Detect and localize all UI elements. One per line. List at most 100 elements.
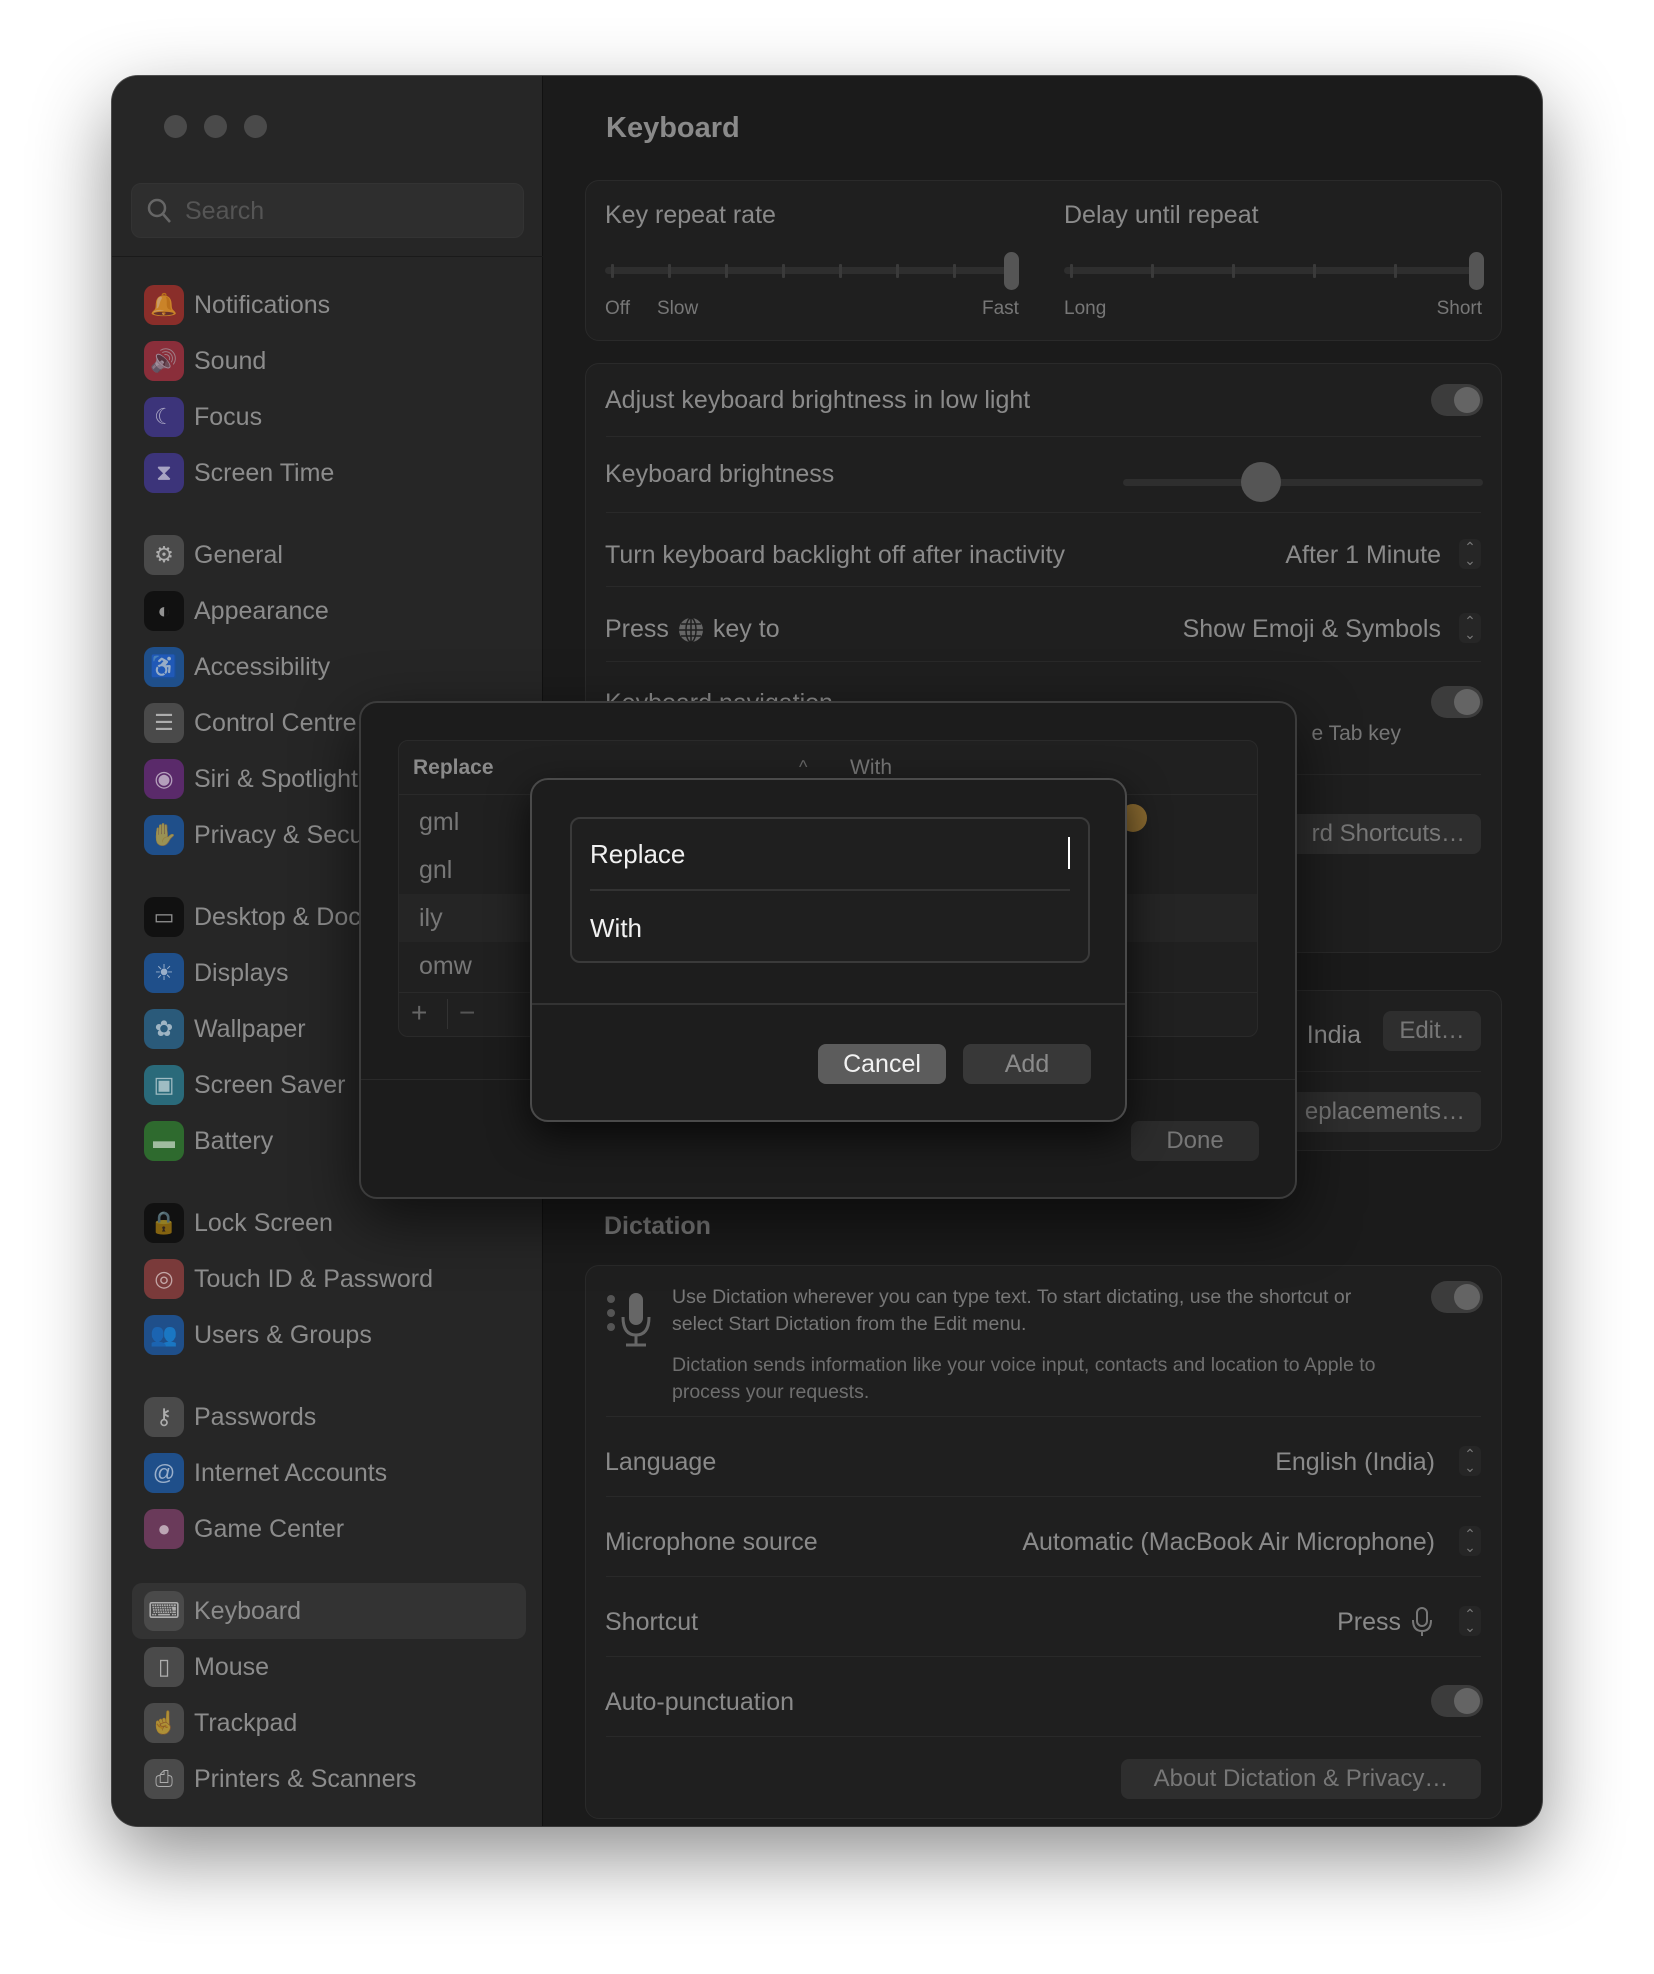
chevron-updown-icon[interactable]: ⌃ ⌄: [1459, 539, 1481, 569]
with-input[interactable]: [590, 909, 1070, 947]
replace-cell: gnl: [419, 856, 453, 884]
sidebar-item-label: Trackpad: [194, 1709, 298, 1737]
microphone-source-value[interactable]: Automatic (MacBook Air Microphone): [1022, 1528, 1435, 1557]
keyboard-navigation-toggle[interactable]: [1431, 686, 1483, 718]
key-repeat-label: Key repeat rate: [605, 201, 776, 229]
slider-tick: [1313, 264, 1316, 278]
sidebar-item-keyboard[interactable]: ⌨ Keyboard: [132, 1583, 526, 1639]
search-field[interactable]: Search: [131, 183, 524, 238]
keyboard-brightness-label: Keyboard brightness: [605, 460, 835, 488]
shortcut-value[interactable]: Press: [1337, 1608, 1401, 1637]
sidebar-item-focus[interactable]: ☾ Focus: [132, 389, 526, 445]
sidebar-item-sound[interactable]: 🔊 Sound: [132, 333, 526, 389]
slider-thumb[interactable]: [1241, 462, 1282, 502]
add-button[interactable]: Add: [963, 1044, 1091, 1084]
globe-key-value[interactable]: Show Emoji & Symbols: [1183, 615, 1441, 644]
replacement-fields: [570, 817, 1090, 963]
key-repeat-card: Key repeat rate Delay until repeat Off S…: [585, 180, 1502, 341]
sidebar-item-label: Lock Screen: [194, 1209, 333, 1237]
delay-repeat-slider[interactable]: [1064, 251, 1484, 291]
sidebar-item-label: Mouse: [194, 1653, 270, 1681]
sidebar-item-label: Sound: [194, 347, 267, 375]
replace-input[interactable]: [590, 835, 1070, 873]
sidebar-item-label: Users & Groups: [194, 1321, 372, 1349]
sidebar-item-label: Wallpaper: [194, 1015, 306, 1043]
sidebar-item-screen-time[interactable]: ⧗ Screen Time: [132, 445, 526, 501]
sidebar-item-game-center[interactable]: ● Game Center: [132, 1501, 526, 1557]
replace-cell: gml: [419, 808, 460, 836]
key-icon: ⚷: [144, 1397, 184, 1437]
sidebar-item-label: Game Center: [194, 1515, 345, 1543]
replace-cell: omw: [419, 952, 472, 980]
done-button[interactable]: Done: [1131, 1121, 1259, 1161]
slider-track: [1064, 267, 1484, 274]
backlight-off-value[interactable]: After 1 Minute: [1285, 541, 1441, 570]
dictation-toggle[interactable]: [1431, 1281, 1483, 1313]
siri-icon: ◉: [144, 759, 184, 799]
about-dictation-button[interactable]: About Dictation & Privacy…: [1121, 1759, 1481, 1799]
hand-icon: ✋: [144, 815, 184, 855]
auto-punctuation-label: Auto-punctuation: [605, 1688, 795, 1716]
dictation-privacy-note: Dictation sends information like your vo…: [672, 1354, 1376, 1403]
microphone-source-label: Microphone source: [605, 1528, 818, 1556]
sidebar-item-label: Displays: [194, 959, 289, 987]
minimize-window-button[interactable]: [204, 115, 227, 138]
accessibility-icon: ♿: [144, 647, 184, 687]
sidebar-item-printers-scanners[interactable]: ⎙ Printers & Scanners: [132, 1751, 526, 1807]
speaker-icon: 🔊: [144, 341, 184, 381]
chevron-updown-icon[interactable]: ⌃ ⌄: [1459, 1446, 1481, 1476]
divider: [112, 256, 543, 257]
sidebar-item-label: Touch ID & Password: [194, 1265, 433, 1293]
flower-icon: ✿: [144, 1009, 184, 1049]
sidebar-item-users-groups[interactable]: 👥 Users & Groups: [132, 1307, 526, 1363]
slider-thumb[interactable]: [1004, 252, 1019, 290]
dictation-card: Use Dictation wherever you can type text…: [585, 1265, 1502, 1819]
slider-tick: [839, 264, 842, 278]
language-label: Language: [605, 1448, 717, 1476]
globe-icon: [678, 616, 703, 643]
slider-tick: [782, 264, 785, 278]
bell-icon: 🔔: [144, 285, 184, 325]
column-header-with[interactable]: With: [850, 756, 892, 780]
slider-thumb[interactable]: [1469, 252, 1484, 290]
zoom-window-button[interactable]: [244, 115, 267, 138]
column-header-replace[interactable]: Replace: [413, 756, 494, 780]
adjust-brightness-toggle[interactable]: [1431, 384, 1483, 416]
close-window-button[interactable]: [164, 115, 187, 138]
remove-replacement-button[interactable]: −: [459, 997, 475, 1029]
sidebar-item-notifications[interactable]: 🔔 Notifications: [132, 277, 526, 333]
globe-key-label-pre: Press: [605, 615, 669, 643]
sidebar-item-trackpad[interactable]: ☝ Trackpad: [132, 1695, 526, 1751]
cancel-button[interactable]: Cancel: [818, 1044, 946, 1084]
sidebar-item-accessibility[interactable]: ♿ Accessibility: [132, 639, 526, 695]
fingerprint-icon: ◎: [144, 1259, 184, 1299]
sidebar-item-label: Screen Time: [194, 459, 335, 487]
search-icon: [147, 198, 171, 223]
chevron-updown-icon[interactable]: ⌃ ⌄: [1459, 613, 1481, 643]
sort-ascending-icon: ^: [799, 757, 808, 777]
sidebar-item-touch-id-password[interactable]: ◎ Touch ID & Password: [132, 1251, 526, 1307]
sidebar-group: 🔔 Notifications 🔊 Sound ☾ Focus ⧗ Screen Time: [112, 277, 543, 501]
key-repeat-slider[interactable]: [605, 251, 1019, 291]
edit-input-sources-button[interactable]: Edit…: [1383, 1011, 1481, 1051]
shortcut-label: Shortcut: [605, 1608, 699, 1636]
sidebar-item-mouse[interactable]: ▯ Mouse: [132, 1639, 526, 1695]
divider: [532, 1003, 1125, 1005]
sidebar-item-passwords[interactable]: ⚷ Passwords: [132, 1389, 526, 1445]
chevron-updown-icon[interactable]: ⌃ ⌄: [1459, 1606, 1481, 1636]
chevron-updown-icon[interactable]: ⌃ ⌄: [1459, 1526, 1481, 1556]
keyboard-navigation-description: e Tab key: [1311, 722, 1401, 745]
gear-icon: ⚙: [144, 535, 184, 575]
sidebar-item-internet-accounts[interactable]: @ Internet Accounts: [132, 1445, 526, 1501]
add-replacement-button[interactable]: +: [411, 997, 427, 1029]
keyboard-brightness-slider[interactable]: [1123, 462, 1483, 502]
appearance-icon: ◐: [144, 591, 184, 631]
sidebar-item-appearance[interactable]: ◐ Appearance: [132, 583, 526, 639]
dock-icon: ▭: [144, 897, 184, 937]
language-value[interactable]: English (India): [1275, 1448, 1435, 1477]
slider-tick: [668, 264, 671, 278]
sidebar-item-lock-screen[interactable]: 🔒 Lock Screen: [132, 1195, 526, 1251]
input-sources-value: India: [1306, 1021, 1361, 1049]
sidebar-item-general[interactable]: ⚙ General: [132, 527, 526, 583]
auto-punctuation-toggle[interactable]: [1431, 1685, 1483, 1717]
